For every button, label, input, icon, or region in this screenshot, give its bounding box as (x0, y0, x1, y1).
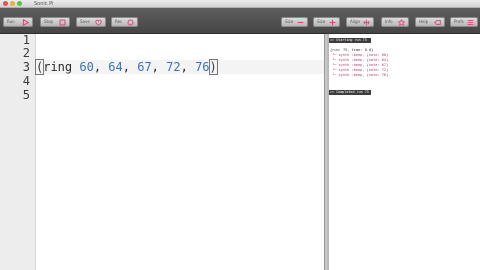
comma: , (93, 60, 102, 74)
maximize-window-button[interactable] (17, 1, 22, 6)
save-button[interactable]: Save (76, 17, 106, 27)
info-button[interactable]: Info (381, 17, 409, 27)
close-paren: ) (208, 59, 218, 75)
help-button[interactable]: Help (415, 17, 445, 27)
comma: , (122, 60, 130, 74)
stop-button-label: Stop (44, 19, 54, 24)
line-number: 2 (22, 46, 30, 60)
line-number: 5 (22, 88, 30, 102)
toolbar: Run Stop Save Rec Size Size Align Info H… (0, 8, 480, 34)
align-button-label: Align (350, 19, 361, 24)
prefs-button-label: Prefs (454, 19, 464, 24)
code-editor[interactable]: 1 2 3 4 5 (ring 60, 64, 67, 72, 76) (0, 33, 326, 270)
ring-function: ring (43, 60, 73, 74)
line-number: 3 (22, 60, 30, 74)
number-literal: 72 (166, 60, 181, 74)
title-bar: Sonic Pi (0, 0, 480, 8)
plus-icon (329, 19, 336, 26)
run-complete-header: => Completed run 75 (329, 90, 371, 95)
run-button-label: Run (7, 19, 15, 24)
minus-icon (297, 21, 304, 24)
align-button[interactable]: Align (346, 17, 374, 27)
info-button-label: Info (385, 19, 393, 24)
run-button[interactable]: Run (3, 17, 33, 27)
help-icon (434, 19, 441, 26)
close-window-button[interactable] (3, 1, 8, 6)
prefs-button[interactable]: Prefs (450, 17, 478, 27)
line-number: 1 (22, 33, 30, 47)
size-up-button[interactable]: Size (313, 17, 340, 27)
align-icon (363, 19, 370, 26)
minimize-window-button[interactable] (10, 1, 15, 6)
line-number-gutter: 1 2 3 4 5 (0, 33, 36, 270)
record-button-label: Rec (115, 19, 123, 24)
comma: , (151, 60, 159, 74)
prefs-icon (467, 19, 474, 26)
number-literal: 64 (108, 60, 123, 74)
size-up-label: Size (317, 19, 326, 24)
comma: , (180, 60, 188, 74)
size-down-button[interactable]: Size (281, 17, 308, 27)
heart-icon (95, 19, 102, 26)
record-button[interactable]: Rec (111, 17, 138, 27)
record-icon (127, 19, 134, 26)
line-number: 4 (22, 74, 30, 88)
play-icon (22, 19, 29, 26)
window-title: Sonic Pi (34, 1, 54, 7)
help-button-label: Help (419, 19, 429, 24)
number-literal: 60 (79, 60, 94, 74)
code-line-3[interactable]: (ring 60, 64, 67, 72, 76) (34, 59, 218, 75)
stop-button[interactable]: Stop (40, 17, 70, 27)
log-pane: => Starting run 75 {run: 75, time: 0.0} … (328, 34, 480, 270)
star-icon (398, 19, 405, 26)
stop-icon (59, 19, 66, 26)
number-literal: 67 (137, 60, 152, 74)
log-entry: └─ synth :beep, {note: 76} (332, 73, 389, 77)
save-button-label: Save (80, 19, 90, 24)
size-down-label: Size (285, 19, 294, 24)
run-start-header: => Starting run 75 (329, 38, 371, 43)
number-literal: 76 (195, 60, 210, 74)
